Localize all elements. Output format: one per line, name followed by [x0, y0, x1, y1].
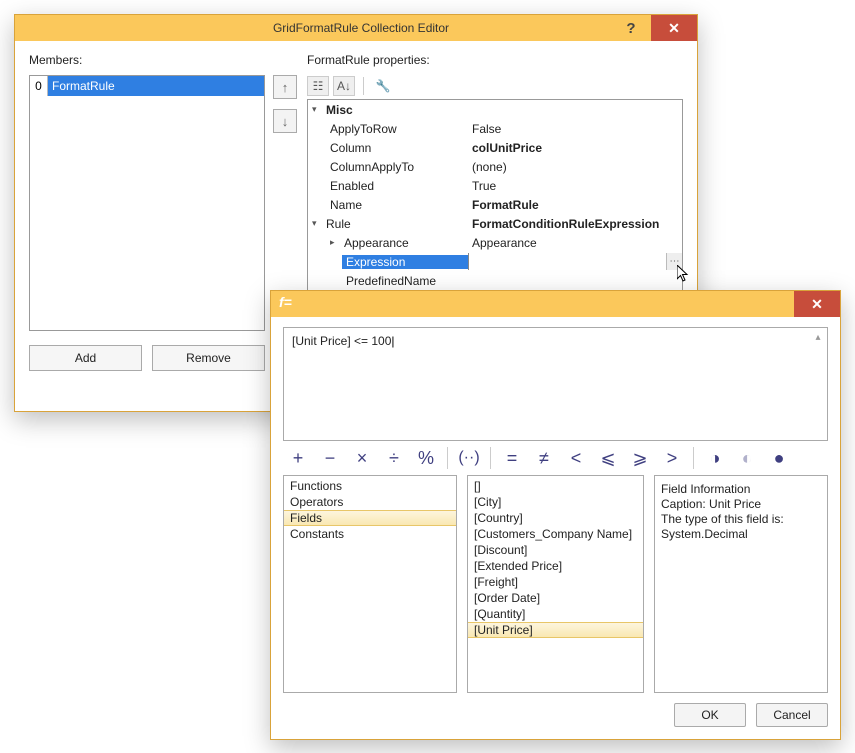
info-line: Caption: Unit Price: [661, 497, 821, 512]
expression-text: [Unit Price] <= 100: [292, 334, 395, 348]
prop-value: Appearance: [468, 236, 682, 250]
categorized-view-button[interactable]: ☷: [307, 76, 329, 96]
prop-row[interactable]: ColumnApplyTo (none): [308, 157, 682, 176]
members-item[interactable]: 0 FormatRule: [30, 76, 264, 96]
op-multiply[interactable]: ×: [347, 444, 377, 472]
prop-row[interactable]: PredefinedName: [308, 271, 682, 290]
expression-editor-dialog: f= ✕ [Unit Price] <= 100 ▴ + − × ÷ % (··…: [270, 290, 841, 740]
field-item[interactable]: [Extended Price]: [468, 558, 643, 574]
op-minus[interactable]: −: [315, 444, 345, 472]
move-down-button[interactable]: ↓: [273, 109, 297, 133]
info-line: Field Information: [661, 482, 821, 497]
members-label: Members:: [29, 53, 265, 71]
op-paren[interactable]: (··): [454, 444, 484, 472]
expression-input[interactable]: [469, 253, 682, 270]
prop-name: Expression: [342, 255, 468, 269]
field-item[interactable]: [City]: [468, 494, 643, 510]
field-item[interactable]: []: [468, 478, 643, 494]
add-button[interactable]: Add: [29, 345, 142, 371]
field-info-panel: Field Information Caption: Unit Price Th…: [654, 475, 828, 693]
prop-value: FormatConditionRuleExpression: [468, 217, 682, 231]
op-lt[interactable]: <: [561, 444, 591, 472]
expand-icon[interactable]: [312, 219, 322, 229]
category-item[interactable]: Functions: [284, 478, 456, 494]
alphabetical-view-button[interactable]: A↓: [333, 76, 355, 96]
info-line: System.Decimal: [661, 527, 821, 542]
operator-toolbar: + − × ÷ % (··) = ≠ < ⩽ ⩾ > ◑ ◐ ●: [283, 441, 828, 475]
op-divide[interactable]: ÷: [379, 444, 409, 472]
titlebar-title: GridFormatRule Collection Editor: [25, 21, 697, 35]
prop-row[interactable]: Enabled True: [308, 176, 682, 195]
titlebar: GridFormatRule Collection Editor ? ✕: [15, 15, 697, 41]
prop-row-expression[interactable]: Expression ⋯: [308, 252, 682, 271]
members-item-index: 0: [30, 76, 48, 96]
op-neq[interactable]: ≠: [529, 444, 559, 472]
expression-ellipsis-button[interactable]: ⋯: [666, 253, 682, 270]
prop-name: PredefinedName: [346, 274, 436, 288]
prop-row[interactable]: Rule FormatConditionRuleExpression: [308, 214, 682, 233]
field-item[interactable]: [Quantity]: [468, 606, 643, 622]
prop-row[interactable]: Appearance Appearance: [308, 233, 682, 252]
fields-listbox[interactable]: [] [City] [Country] [Customers_Company N…: [467, 475, 644, 693]
ok-button[interactable]: OK: [674, 703, 746, 727]
propertygrid-toolbar: ☷ A↓ 🔧: [307, 75, 683, 97]
prop-name: Enabled: [330, 179, 374, 193]
categories-listbox[interactable]: Functions Operators Fields Constants: [283, 475, 457, 693]
prop-value: colUnitPrice: [468, 141, 682, 155]
prop-name: Name: [330, 198, 362, 212]
field-item[interactable]: [Customers_Company Name]: [468, 526, 643, 542]
close-button[interactable]: ✕: [651, 15, 697, 41]
scroll-up-icon[interactable]: ▴: [811, 330, 825, 344]
op-or[interactable]: ◐: [732, 444, 762, 472]
prop-value: (none): [468, 160, 682, 174]
prop-name: Appearance: [344, 236, 409, 250]
prop-value: FormatRule: [468, 198, 682, 212]
op-plus[interactable]: +: [283, 444, 313, 472]
titlebar: f= ✕: [271, 291, 840, 317]
prop-name: ApplyToRow: [330, 122, 397, 136]
expand-icon[interactable]: [312, 105, 322, 115]
prop-row[interactable]: Name FormatRule: [308, 195, 682, 214]
prop-value: False: [468, 122, 682, 136]
op-not[interactable]: ●: [764, 444, 794, 472]
property-pages-button[interactable]: 🔧: [372, 76, 394, 96]
cancel-button[interactable]: Cancel: [756, 703, 828, 727]
expand-icon[interactable]: [330, 238, 340, 248]
close-button[interactable]: ✕: [794, 291, 840, 317]
expression-textarea[interactable]: [Unit Price] <= 100 ▴: [283, 327, 828, 441]
field-item[interactable]: [Freight]: [468, 574, 643, 590]
op-percent[interactable]: %: [411, 444, 441, 472]
remove-button[interactable]: Remove: [152, 345, 265, 371]
op-eq[interactable]: =: [497, 444, 527, 472]
category-misc: Misc: [326, 103, 353, 117]
prop-name: ColumnApplyTo: [330, 160, 414, 174]
op-gt[interactable]: >: [657, 444, 687, 472]
properties-label: FormatRule properties:: [307, 53, 683, 71]
help-button[interactable]: ?: [611, 15, 651, 41]
category-item[interactable]: Constants: [284, 526, 456, 542]
members-listbox[interactable]: 0 FormatRule: [29, 75, 265, 331]
category-item[interactable]: Operators: [284, 494, 456, 510]
prop-name: Rule: [326, 217, 351, 231]
expression-editor-field[interactable]: ⋯: [468, 253, 682, 270]
field-item[interactable]: [Discount]: [468, 542, 643, 558]
field-item[interactable]: [Country]: [468, 510, 643, 526]
prop-row[interactable]: ApplyToRow False: [308, 119, 682, 138]
prop-value: True: [468, 179, 682, 193]
prop-name: Column: [330, 141, 371, 155]
category-item[interactable]: Fields: [284, 510, 456, 526]
members-item-name: FormatRule: [48, 76, 264, 96]
field-item[interactable]: [Order Date]: [468, 590, 643, 606]
move-up-button[interactable]: ↑: [273, 75, 297, 99]
field-item[interactable]: [Unit Price]: [468, 622, 643, 638]
fx-icon: f=: [279, 294, 292, 310]
prop-row[interactable]: Column colUnitPrice: [308, 138, 682, 157]
op-le[interactable]: ⩽: [593, 444, 623, 472]
op-and[interactable]: ◑: [700, 444, 730, 472]
op-ge[interactable]: ⩾: [625, 444, 655, 472]
info-line: The type of this field is:: [661, 512, 821, 527]
